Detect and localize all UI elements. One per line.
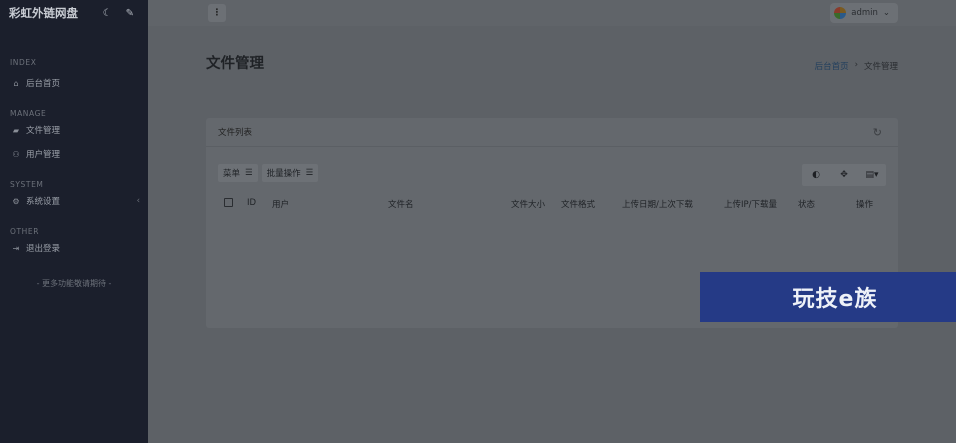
- sidebar-item-users[interactable]: ⚇ 用户管理: [0, 142, 148, 166]
- sidebar-item-logout[interactable]: ⇥ 退出登录: [0, 236, 148, 260]
- chevron-down-icon: ⌄: [882, 8, 890, 18]
- watermark-logo: 玩技e族: [700, 272, 956, 322]
- moon-icon[interactable]: ☾: [103, 8, 112, 19]
- menu-button[interactable]: 菜单 ☰: [218, 164, 258, 182]
- gear-icon: ⚙: [12, 196, 20, 206]
- table-tools: ◐ ✥ ▤▾: [802, 164, 886, 186]
- pencil-icon[interactable]: ✎: [126, 8, 134, 19]
- sidebar-item-settings[interactable]: ⚙ 系统设置 ‹: [0, 189, 148, 213]
- avatar: [834, 7, 847, 19]
- breadcrumb-home[interactable]: 后台首页: [815, 60, 849, 72]
- col-id[interactable]: ID: [247, 198, 256, 208]
- user-name: admin: [851, 8, 878, 18]
- sidebar-item-label: 用户管理: [26, 150, 61, 160]
- home-icon: ⌂: [13, 78, 19, 88]
- watermark-text: 玩技e族: [792, 287, 878, 312]
- table-toolbar: 菜单 ☰ 批量操作 ☰: [218, 164, 319, 182]
- col-filesize[interactable]: 文件大小: [511, 198, 545, 210]
- list-icon: ☰: [305, 168, 314, 178]
- more-features-note: - 更多功能敬请期待 -: [36, 279, 112, 288]
- move-icon[interactable]: ✥: [830, 164, 858, 186]
- col-actions: 操作: [856, 200, 874, 210]
- sidebar-item-label: 退出登录: [26, 244, 61, 254]
- col-filename[interactable]: 文件名: [388, 198, 414, 210]
- main-content: ⋮ admin ⌄ 文件管理 后台首页 › 文件管理 文件列表 ↻ 菜单 ☰ 批…: [148, 0, 956, 443]
- brand: 彩虹外链网盘 ☾ ✎: [0, 0, 148, 26]
- columns-icon[interactable]: ▤▾: [858, 164, 886, 186]
- user-menu[interactable]: admin ⌄: [830, 3, 898, 23]
- card-title: 文件列表: [218, 128, 253, 138]
- kebab-icon[interactable]: ⋮: [208, 4, 226, 22]
- sidebar-item-label: 系统设置: [26, 197, 61, 207]
- col-upload-date[interactable]: 上传日期/上次下载: [622, 198, 693, 210]
- chevron-right-icon: ›: [854, 60, 858, 70]
- section-manage: MANAGE: [10, 109, 47, 118]
- brand-title: 彩虹外链网盘: [9, 6, 78, 20]
- logout-icon: ⇥: [12, 243, 20, 253]
- breadcrumb-current: 文件管理: [863, 62, 898, 72]
- section-other: OTHER: [10, 227, 40, 236]
- topbar: ⋮ admin ⌄: [148, 0, 956, 26]
- batch-actions-label: 批量操作: [266, 169, 301, 179]
- chevron-left-icon: ‹: [136, 196, 140, 206]
- users-icon: ⚇: [12, 149, 20, 159]
- list-icon: ☰: [245, 168, 253, 178]
- sidebar-item-files[interactable]: ▰ 文件管理: [0, 118, 148, 142]
- sidebar-item-home[interactable]: ⌂ 后台首页: [0, 71, 148, 95]
- section-index: INDEX: [10, 58, 37, 67]
- refresh-icon[interactable]: ↻: [873, 126, 882, 139]
- col-user[interactable]: 用户: [272, 198, 289, 210]
- card-header: 文件列表 ↻: [206, 118, 898, 147]
- breadcrumb: 后台首页 › 文件管理: [815, 60, 898, 72]
- col-format[interactable]: 文件格式: [561, 198, 595, 210]
- toggle-icon[interactable]: ◐: [802, 164, 830, 186]
- table-header: ID 用户 文件名 文件大小 文件格式 上传日期/上次下载 上传IP/下载量 状…: [206, 198, 898, 216]
- sidebar-item-label: 文件管理: [26, 126, 61, 136]
- col-upload-ip[interactable]: 上传IP/下载量: [724, 198, 777, 210]
- menu-button-label: 菜单: [223, 169, 241, 179]
- sidebar: 彩虹外链网盘 ☾ ✎ INDEX ⌂ 后台首页 MANAGE ▰ 文件管理 ⚇ …: [0, 0, 148, 443]
- batch-actions-button[interactable]: 批量操作 ☰: [261, 164, 319, 182]
- folder-icon: ▰: [12, 125, 20, 135]
- col-status[interactable]: 状态: [798, 198, 815, 210]
- section-system: SYSTEM: [10, 180, 44, 189]
- page-title: 文件管理: [206, 56, 264, 72]
- sidebar-item-label: 后台首页: [26, 79, 61, 89]
